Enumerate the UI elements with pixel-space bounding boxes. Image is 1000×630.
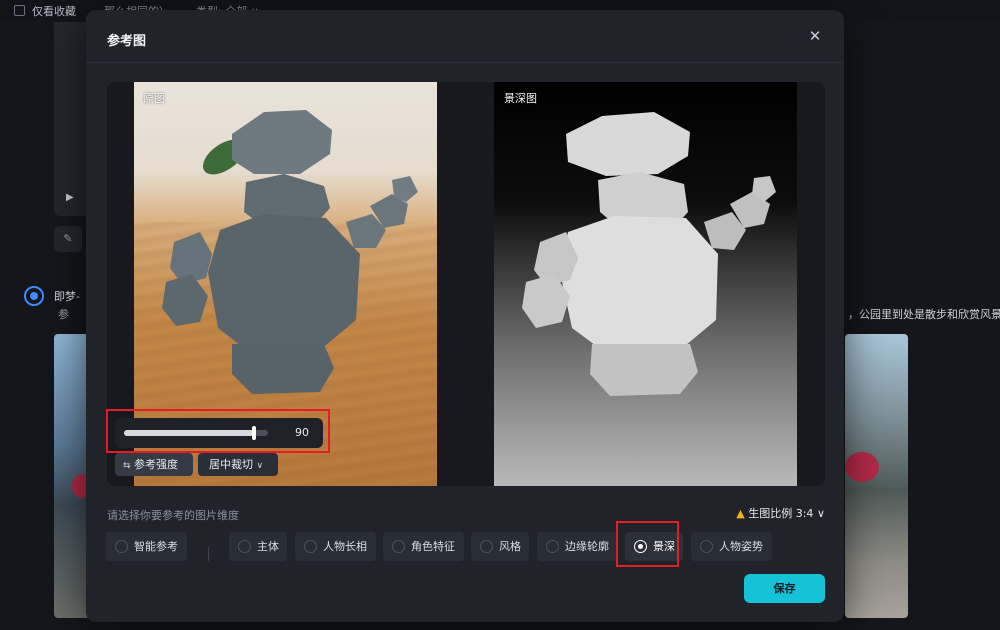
depth-map-image [494, 82, 797, 486]
background-description: ，公园里到处是散步和欣赏风景的 [848, 308, 1000, 321]
favorites-checkbox[interactable] [14, 5, 25, 16]
annotation-highlight-slider [106, 409, 330, 453]
option-label: 角色特征 [411, 540, 455, 553]
warning-icon: ▲ [736, 507, 745, 520]
radio-icon [115, 540, 128, 553]
option-style[interactable]: 风格 [471, 532, 529, 561]
author-name: 即梦- [54, 290, 80, 303]
radio-icon [546, 540, 559, 553]
author-subtitle: 参 [58, 308, 69, 321]
option-label: 人物长相 [323, 540, 367, 553]
background-image-right [845, 334, 908, 618]
reference-strength-button[interactable]: ⇆ 参考强度 [115, 453, 193, 476]
radio-icon [700, 540, 713, 553]
original-image-label: 原图 [143, 92, 165, 105]
option-edge-outline[interactable]: 边缘轮廓 [537, 532, 618, 561]
options-divider [208, 547, 209, 561]
play-icon[interactable]: ▶ [66, 192, 74, 203]
dialog-title: 参考图 [107, 34, 147, 49]
depth-map-label: 景深图 [504, 92, 537, 105]
option-label: 人物姿势 [719, 540, 763, 553]
depth-map-shape [522, 112, 776, 396]
background-image-left [54, 334, 92, 618]
close-icon[interactable]: ✕ [806, 27, 824, 45]
option-pose[interactable]: 人物姿势 [691, 532, 772, 561]
chevron-down-icon: ∨ [256, 461, 264, 471]
center-crop-dropdown[interactable]: 居中裁切 ∨ [198, 453, 278, 476]
radio-icon [480, 540, 493, 553]
option-subject[interactable]: 主体 [229, 532, 287, 561]
option-smart-reference[interactable]: 智能参考 [106, 532, 187, 561]
chevron-down-icon: ∨ [816, 507, 825, 520]
aspect-ratio-label: 生图比例 3:4 [748, 507, 814, 520]
header-divider [86, 62, 844, 63]
aspect-ratio-selector[interactable]: ▲ 生图比例 3:4 ∨ [736, 505, 825, 521]
swap-icon: ⇆ [123, 461, 131, 471]
reference-image-dialog: 参考图 ✕ 原图 景深图 90 ⇆ 参考强度 居中裁切 ∨ 请选择你要参考的图片… [86, 10, 844, 622]
reference-strength-label: 参考强度 [134, 458, 179, 471]
option-label: 智能参考 [134, 540, 178, 553]
radio-icon [392, 540, 405, 553]
favorites-label: 仅看收藏 [32, 5, 76, 18]
save-button[interactable]: 保存 [744, 574, 825, 603]
option-face[interactable]: 人物长相 [295, 532, 376, 561]
option-label: 风格 [499, 540, 521, 553]
radio-icon [304, 540, 317, 553]
center-crop-label: 居中裁切 [209, 458, 253, 471]
dimension-prompt: 请选择你要参考的图片维度 [107, 509, 239, 522]
option-character-features[interactable]: 角色特征 [383, 532, 464, 561]
option-label: 边缘轮廓 [565, 540, 609, 553]
radio-icon [238, 540, 251, 553]
pencil-icon[interactable]: ✎ [54, 226, 82, 252]
option-label: 主体 [257, 540, 279, 553]
dreamina-logo-icon [24, 286, 44, 306]
annotation-highlight-depth [616, 521, 679, 567]
